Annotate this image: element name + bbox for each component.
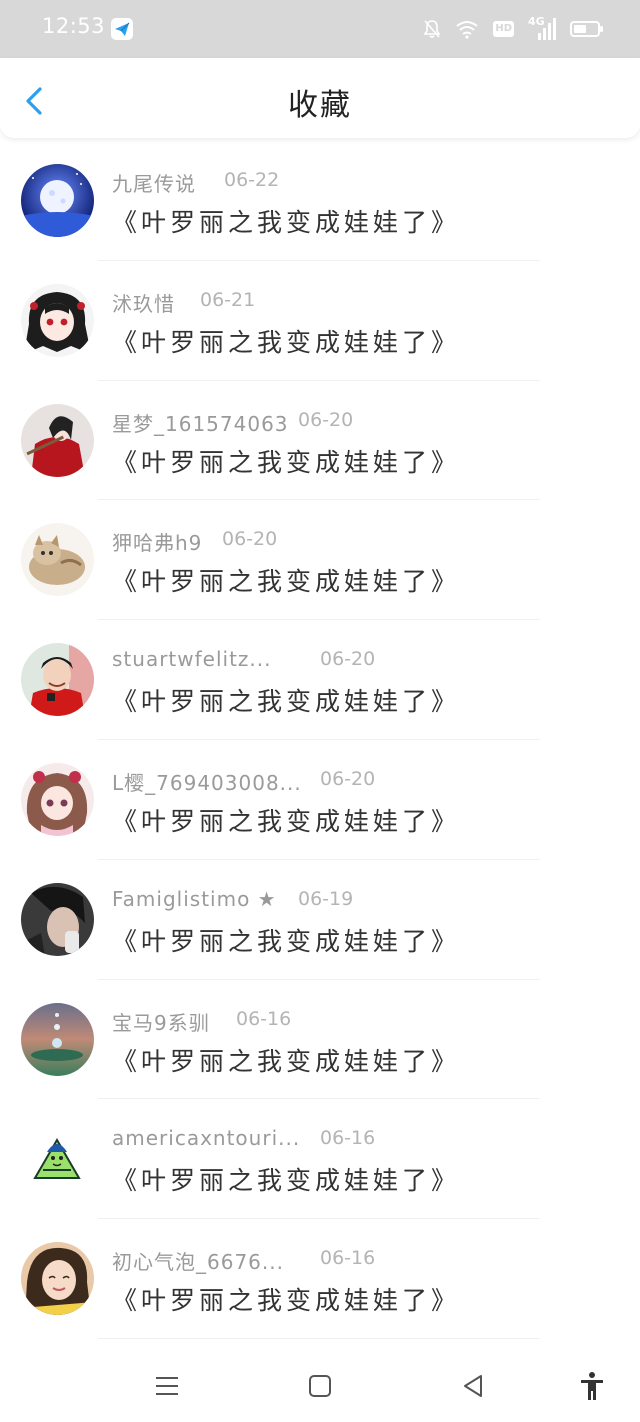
system-nav-bar <box>0 1346 640 1422</box>
avatar[interactable] <box>21 643 94 717</box>
date-label: 06-19 <box>298 887 354 910</box>
accessibility-icon[interactable] <box>576 1370 608 1402</box>
list-item[interactable]: 星梦_161574063 06-20 《叶罗丽之我变成娃娃了》 <box>0 381 640 501</box>
date-label: 06-20 <box>298 408 354 431</box>
favorite-content: 《叶罗丽之我变成娃娃了》 <box>112 208 461 237</box>
favorite-content: 《叶罗丽之我变成娃娃了》 <box>112 1286 461 1316</box>
favorite-content: 《叶罗丽之我变成娃娃了》 <box>112 806 461 836</box>
date-label: 06-20 <box>222 528 278 551</box>
date-label: 06-21 <box>200 288 256 311</box>
date-label: 06-16 <box>320 1247 376 1270</box>
list-item[interactable]: 沭玖惜 06-21 《叶罗丽之我变成娃娃了》 <box>0 261 640 381</box>
user-name: 九尾传说 <box>112 172 196 196</box>
date-label: 06-22 <box>224 169 280 191</box>
menu-icon[interactable] <box>151 1370 183 1402</box>
user-name: Famiglistimo ★ <box>112 886 277 911</box>
user-name: 沭玖惜 <box>112 291 175 316</box>
status-bar: 12:53 HD 4G <box>0 0 640 58</box>
list-item[interactable]: L樱_769403008... 06-20 《叶罗丽之我变成娃娃了》 <box>0 740 640 860</box>
list-item[interactable]: 九尾传说 06-22 《叶罗丽之我变成娃娃了》 <box>0 141 640 261</box>
favorite-content: 《叶罗丽之我变成娃娃了》 <box>112 327 461 357</box>
avatar[interactable] <box>21 1122 94 1196</box>
mute-icon <box>423 19 441 39</box>
user-name: L樱_769403008... <box>112 770 302 795</box>
list-item[interactable]: stuartwfelitz... 06-20 《叶罗丽之我变成娃娃了》 <box>0 620 640 740</box>
favorite-content: 《叶罗丽之我变成娃娃了》 <box>112 1046 461 1076</box>
telegram-icon <box>111 18 133 40</box>
favorite-content: 《叶罗丽之我变成娃娃了》 <box>112 567 461 597</box>
avatar[interactable] <box>21 762 94 836</box>
battery-fill <box>574 25 586 33</box>
list-item[interactable]: 狎哈弗h9 06-20 《叶罗丽之我变成娃娃了》 <box>0 500 640 621</box>
avatar[interactable] <box>21 403 94 477</box>
avatar[interactable] <box>21 1242 94 1316</box>
list-item[interactable]: Famiglistimo ★ 06-19 《叶罗丽之我变成娃娃了》 <box>0 860 640 980</box>
list-item[interactable]: 初心气泡_6676... 06-16 《叶罗丽之我变成娃娃了》 <box>0 1219 640 1339</box>
header-bar: 收藏 <box>0 58 640 138</box>
favorite-content: 《叶罗丽之我变成娃娃了》 <box>112 447 461 477</box>
user-name: 宝马9系驯 <box>112 1010 210 1035</box>
wifi-icon <box>455 19 479 39</box>
list-item[interactable]: americaxntouri... 06-16 《叶罗丽之我变成娃娃了》 <box>0 1099 640 1220</box>
page-title: 收藏 <box>288 88 352 123</box>
battery-icon <box>570 21 603 37</box>
date-label: 06-20 <box>320 648 376 671</box>
avatar[interactable] <box>21 164 94 237</box>
user-name: americaxntouri... <box>112 1126 301 1151</box>
list-item[interactable]: 宝马9系驯 06-16 《叶罗丽之我变成娃娃了》 <box>0 980 640 1100</box>
favorite-content: 《叶罗丽之我变成娃娃了》 <box>112 687 461 717</box>
divider <box>98 1337 540 1339</box>
favorite-content: 《叶罗丽之我变成娃娃了》 <box>112 926 461 956</box>
user-name: 初心气泡_6676... <box>112 1250 284 1275</box>
status-icons: HD 4G <box>423 15 603 42</box>
user-name: 星梦_161574063 <box>112 411 289 436</box>
user-name: stuartwfelitz... <box>112 647 272 672</box>
back-icon[interactable] <box>457 1370 489 1402</box>
avatar[interactable] <box>21 283 94 357</box>
user-name: 狎哈弗h9 <box>112 531 203 556</box>
date-label: 06-16 <box>236 1007 292 1030</box>
date-label: 06-16 <box>320 1127 376 1150</box>
favorite-content: 《叶罗丽之我变成娃娃了》 <box>112 1166 461 1196</box>
avatar[interactable] <box>21 1002 94 1076</box>
avatar[interactable] <box>21 882 94 956</box>
status-time: 12:53 <box>42 14 106 38</box>
hd-icon: HD <box>493 21 514 37</box>
home-icon[interactable] <box>304 1370 336 1402</box>
avatar[interactable] <box>21 523 94 597</box>
signal-icon: 4G <box>528 15 556 41</box>
favorites-list: 九尾传说 06-22 《叶罗丽之我变成娃娃了》 沭玖惜 06-21 《叶罗丽之我… <box>0 141 640 1339</box>
date-label: 06-20 <box>320 767 376 790</box>
